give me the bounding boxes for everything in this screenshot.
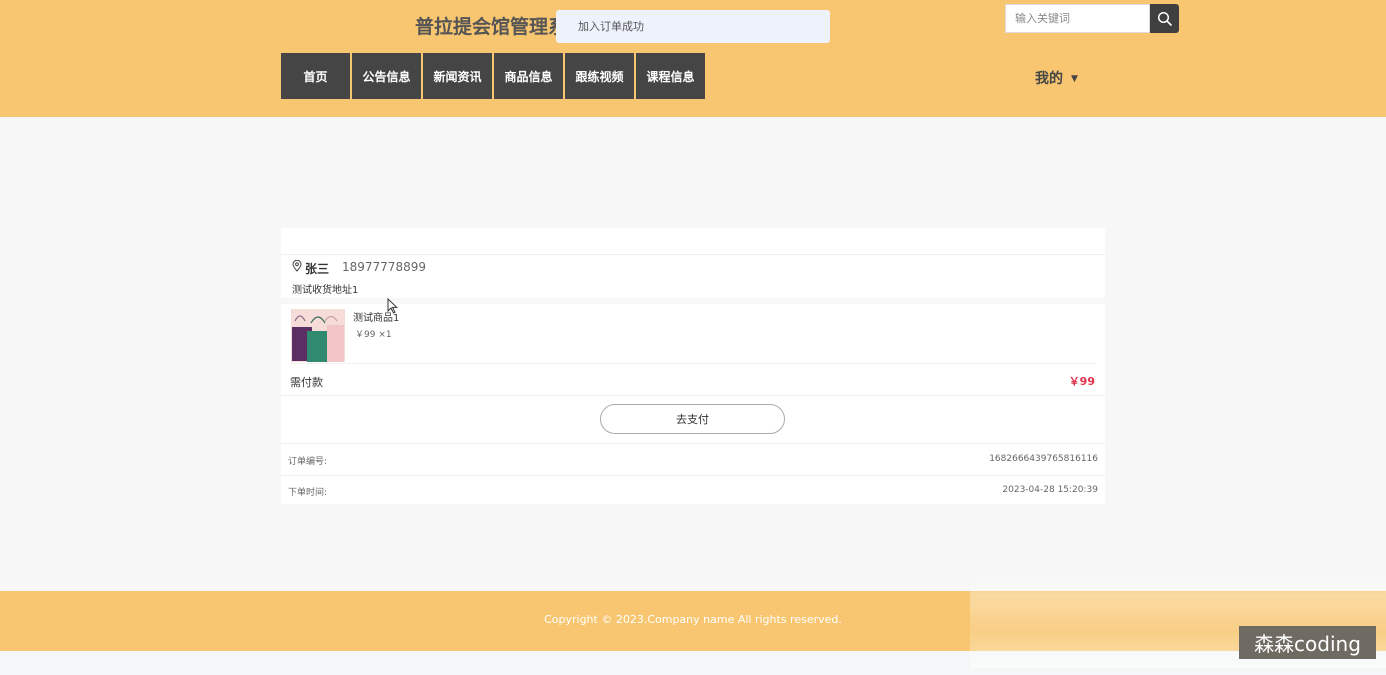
divider <box>281 395 1105 396</box>
pay-button[interactable]: 去支付 <box>600 404 785 434</box>
nav-item-notices[interactable]: 公告信息 <box>352 53 421 99</box>
order-time-label: 下单时间: <box>288 488 328 498</box>
order-card: 测试商品1 ￥99 ×1 需付款 ￥99 去支付 订单编号: 168266643… <box>281 304 1105 504</box>
location-pin-icon <box>292 260 302 272</box>
site-title: 普拉提会馆管理系 <box>415 16 568 38</box>
payment-label: 需付款 <box>290 376 323 389</box>
main-nav: 首页 公告信息 新闻资讯 商品信息 跟练视频 课程信息 <box>281 53 707 99</box>
my-menu[interactable]: 我的 ▼ <box>1035 68 1078 88</box>
divider <box>281 475 1105 476</box>
product-price-qty: ￥99 ×1 <box>355 330 392 340</box>
order-number-value: 1682666439765816116 <box>989 454 1098 464</box>
caret-down-icon: ▼ <box>1071 74 1078 84</box>
search-input[interactable]: 输入关键词 <box>1005 4 1150 33</box>
recipient-address: 测试收货地址1 <box>292 285 359 296</box>
divider <box>281 443 1105 444</box>
divider <box>291 363 1096 364</box>
my-menu-label: 我的 <box>1035 71 1063 87</box>
search-icon <box>1157 11 1172 26</box>
toast-message: 加入订单成功 <box>556 10 830 43</box>
nav-item-courses[interactable]: 课程信息 <box>636 53 705 99</box>
watermark-label: 森森coding <box>1239 626 1376 659</box>
nav-item-home[interactable]: 首页 <box>281 53 350 99</box>
nav-item-products[interactable]: 商品信息 <box>494 53 563 99</box>
recipient-name: 张三 <box>305 262 330 276</box>
recipient-phone: 18977778899 <box>342 260 426 274</box>
address-card[interactable]: 张三 18977778899 测试收货地址1 <box>281 228 1105 298</box>
nav-item-videos[interactable]: 跟练视频 <box>565 53 634 99</box>
order-time-value: 2023-04-28 15:20:39 <box>1002 485 1098 495</box>
nav-item-news[interactable]: 新闻资讯 <box>423 53 492 99</box>
product-image[interactable] <box>291 309 345 362</box>
mouse-cursor-icon <box>387 298 398 314</box>
divider <box>281 254 1105 255</box>
payment-amount: ￥99 <box>1068 375 1095 388</box>
search-button[interactable] <box>1150 4 1179 33</box>
order-number-label: 订单编号: <box>288 457 328 467</box>
